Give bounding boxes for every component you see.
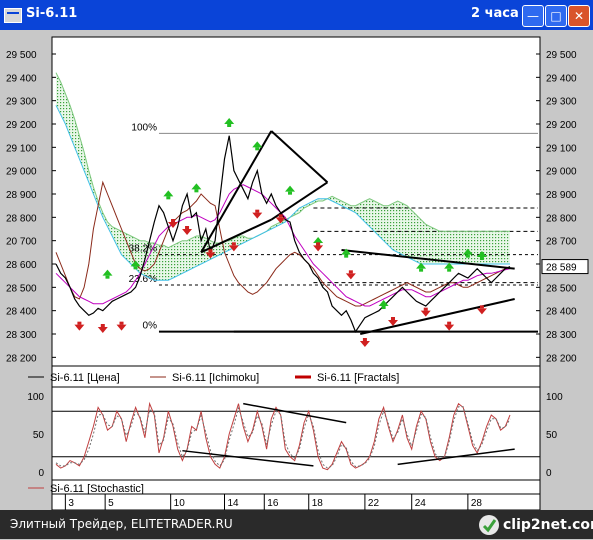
legend-ichimoku: Si-6.11 [Ichimoku] xyxy=(172,372,259,384)
stoch-left-label: 100 xyxy=(27,392,44,403)
right-tick-label: 28 800 xyxy=(546,213,577,224)
right-tick-label: 29 300 xyxy=(546,97,577,108)
clip2net-brand: clip2net.com xyxy=(503,517,593,533)
fractal-up-stem xyxy=(166,196,171,200)
fractal-down-stem xyxy=(100,324,105,327)
legend-stochastic: Si-6.11 [Stochastic] xyxy=(50,483,144,495)
fractal-up-stem xyxy=(288,191,293,195)
fractal-up-stem xyxy=(194,189,199,193)
date-tick-label: 16 xyxy=(267,498,279,509)
fractal-down-stem xyxy=(208,249,213,253)
left-tick-label: 28 800 xyxy=(6,213,37,224)
clip2net-logo: clip2net.com xyxy=(478,514,593,536)
fractal-down-stem xyxy=(278,214,283,218)
fractal-down-stem xyxy=(390,317,395,320)
fractal-up-stem xyxy=(465,254,470,258)
minimize-icon: — xyxy=(527,9,539,23)
price-legend: Si-6.11 [Цена] Si-6.11 [Ichimoku] Si-6.1… xyxy=(28,372,399,384)
fractal-up-stem xyxy=(105,275,110,279)
chart-canvas[interactable]: 100%38.2%23.6%0% 28 200 28 20028 300 28 30… xyxy=(0,30,593,511)
fractal-up-stem xyxy=(479,257,484,260)
fractal-down-stem xyxy=(231,242,236,246)
right-tick-label: 29 200 xyxy=(546,120,577,131)
left-tick-label: 28 600 xyxy=(6,260,37,271)
fib-label: 100% xyxy=(131,122,157,133)
left-tick-label: 29 500 xyxy=(6,50,37,61)
stoch-right-label: 100 xyxy=(546,392,563,403)
fib-label: 0% xyxy=(143,321,158,332)
fractal-up-stem xyxy=(227,124,232,127)
right-tick-label: 29 000 xyxy=(546,167,577,178)
close-icon: ✕ xyxy=(573,9,585,23)
fractal-down-stem xyxy=(348,270,353,274)
chart-area[interactable]: 100% 38.2% 23.6% 0% 28 200 28 200 28 300 28 30… xyxy=(0,30,593,511)
footer-bar: Элитный Трейдер, ELITETRADER.RU clip2net… xyxy=(0,510,593,539)
fractal-up-stem xyxy=(255,147,260,151)
fractal-down-stem xyxy=(423,307,428,311)
left-tick-label: 28 400 xyxy=(6,307,37,318)
fractal-down-stem xyxy=(171,219,176,222)
right-tick-label: 29 400 xyxy=(546,73,577,84)
date-tick-label: 5 xyxy=(108,498,114,509)
left-tick-label: 28 500 xyxy=(6,283,37,294)
fractal-up-stem xyxy=(447,268,452,272)
date-tick-label: 24 xyxy=(415,498,427,509)
right-tick-label: 28 300 xyxy=(546,330,577,341)
stoch-right-label: 0 xyxy=(546,468,552,479)
date-tick-label: 10 xyxy=(174,498,186,509)
date-tick-label: 22 xyxy=(368,498,380,509)
legend-price: Si-6.11 [Цена] xyxy=(50,372,120,384)
stoch-left-label: 50 xyxy=(33,430,45,441)
left-tick-label: 28 300 xyxy=(6,330,37,341)
last-price-label: 28 589 xyxy=(546,263,577,274)
right-tick-label: 29 100 xyxy=(546,143,577,154)
window-title: Si-6.11 xyxy=(26,6,78,21)
stoch-right-label: 50 xyxy=(546,430,558,441)
minimize-button[interactable]: — xyxy=(522,5,544,27)
time-axis xyxy=(51,493,541,511)
clip2net-logo-icon xyxy=(479,515,499,535)
title-bar[interactable]: Si-6.11 2 часа — □ ✕ xyxy=(0,0,593,30)
stoch-left-label: 0 xyxy=(38,468,44,479)
left-tick-label: 28 900 xyxy=(6,190,37,201)
left-tick-label: 29 000 xyxy=(6,167,37,178)
right-tick-label: 29 500 xyxy=(546,50,577,61)
price-panel[interactable] xyxy=(51,36,541,367)
date-tick-label: 14 xyxy=(227,498,239,509)
left-tick-label: 29 100 xyxy=(6,143,37,154)
fractal-down-stem xyxy=(255,209,260,213)
right-tick-label: 28 700 xyxy=(546,237,577,248)
legend-fractals: Si-6.11 [Fractals] xyxy=(317,372,399,384)
fractal-up-stem xyxy=(344,254,349,258)
right-tick-label: 28 400 xyxy=(546,307,577,318)
left-tick-label: 29 400 xyxy=(6,73,37,84)
fractal-down-stem xyxy=(479,305,484,309)
fractal-up-stem xyxy=(381,306,386,309)
left-tick-label: 28 200 xyxy=(6,353,37,364)
fractal-up-stem xyxy=(419,268,424,272)
left-tick-label: 29 300 xyxy=(6,97,37,108)
fractal-down-stem xyxy=(119,321,124,325)
left-tick-label: 20 700 xyxy=(6,237,37,248)
date-tick-label: 3 xyxy=(68,498,74,509)
right-tick-label: 28 200 xyxy=(546,353,577,364)
chart-window-icon xyxy=(4,8,22,23)
maximize-icon: □ xyxy=(550,9,562,23)
fractal-down-stem xyxy=(362,338,367,341)
timeframe-label: 2 часа xyxy=(471,6,519,21)
fractal-down-stem xyxy=(316,242,321,246)
right-tick-label: 28 900 xyxy=(546,190,577,201)
date-tick-label: 18 xyxy=(312,498,324,509)
fractal-down-stem xyxy=(447,321,452,325)
fractal-down-stem xyxy=(185,226,190,229)
close-button[interactable]: ✕ xyxy=(568,5,590,27)
maximize-button[interactable]: □ xyxy=(545,5,567,27)
footer-caption: Элитный Трейдер, ELITETRADER.RU xyxy=(10,517,233,531)
right-tick-label: 28 500 xyxy=(546,283,577,294)
date-tick-label: 28 xyxy=(471,498,483,509)
fractal-up-stem xyxy=(133,266,138,270)
fractal-down-stem xyxy=(77,321,82,325)
left-tick-label: 29 200 xyxy=(6,120,37,131)
